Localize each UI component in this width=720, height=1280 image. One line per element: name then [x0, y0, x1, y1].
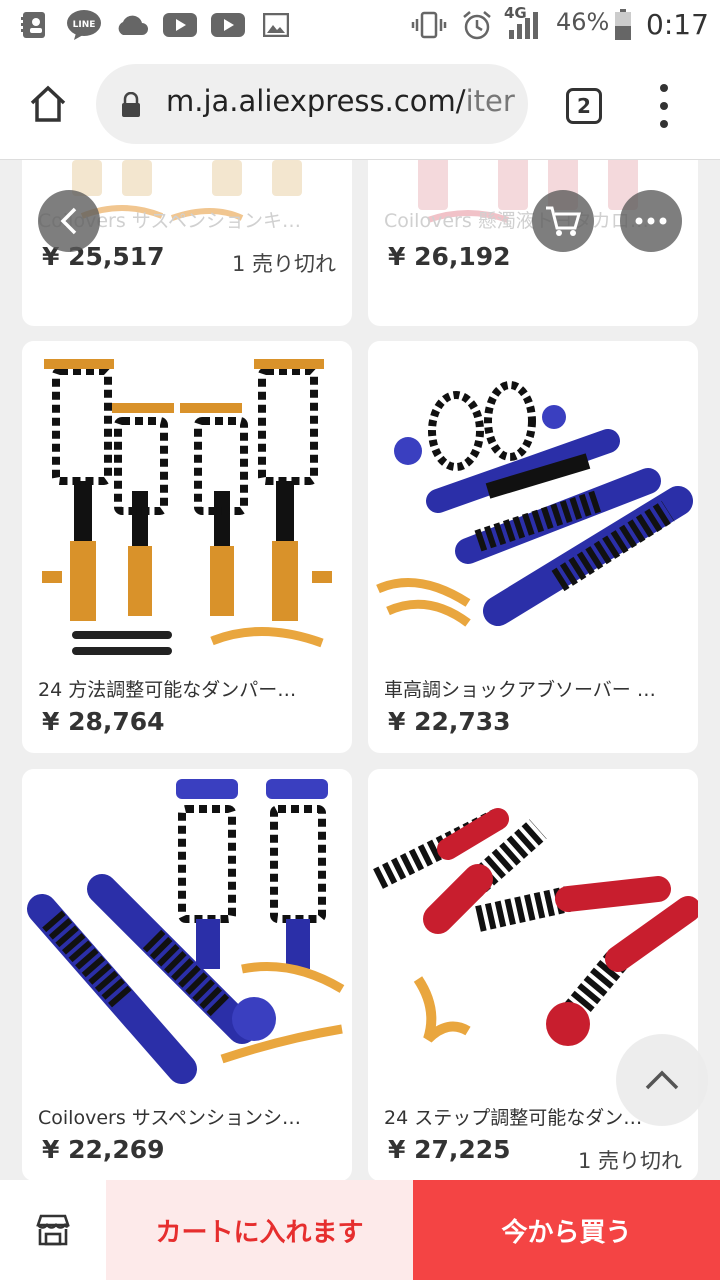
sold-count: 1 売り切れ	[577, 1149, 682, 1173]
product-image	[22, 341, 352, 671]
address-bar[interactable]: m.ja.aliexpress.com/iter	[96, 64, 528, 144]
store-button[interactable]	[0, 1180, 106, 1280]
home-button[interactable]	[24, 80, 72, 128]
signal-icon	[506, 10, 544, 40]
add-to-cart-button[interactable]: カートに入れます	[106, 1180, 413, 1280]
alarm-icon	[460, 10, 494, 40]
chevron-up-icon	[645, 1070, 679, 1090]
gallery-icon	[262, 10, 290, 40]
product-image	[22, 769, 352, 1099]
product-price: ¥ 27,225	[388, 1135, 511, 1164]
home-icon	[30, 85, 66, 122]
product-grid: Coilovers サスペンションキ… ¥ 25,517 1 売り切れ Coil…	[0, 160, 720, 1180]
bottom-action-bar: カートに入れます 今から買う	[0, 1180, 720, 1280]
cloud-icon	[114, 10, 150, 40]
back-button[interactable]	[38, 190, 100, 252]
product-price: ¥ 26,192	[388, 242, 511, 271]
product-card[interactable]: 車高調ショックアブソーバー … ¥ 22,733	[368, 341, 698, 753]
youtube-icon	[210, 10, 246, 40]
sold-count: 1 売り切れ	[231, 252, 336, 276]
url-domain: m.ja.aliexpress.com/	[166, 84, 466, 118]
contacts-icon	[20, 10, 50, 40]
product-price: ¥ 22,269	[42, 1135, 165, 1164]
more-options-button[interactable]	[620, 190, 682, 252]
product-image	[368, 341, 698, 671]
chevron-left-icon	[60, 207, 77, 235]
more-horiz-icon	[635, 217, 667, 225]
product-price: ¥ 22,733	[388, 707, 511, 736]
product-title: 車高調ショックアブソーバー …	[384, 679, 656, 701]
scroll-to-top-button[interactable]	[616, 1034, 708, 1126]
product-title: Coilovers サスペンションシ…	[38, 1107, 302, 1129]
cart-button[interactable]	[532, 190, 594, 252]
battery-percent: 46%	[556, 8, 610, 36]
line-icon: LINE	[66, 10, 102, 40]
browser-toolbar: m.ja.aliexpress.com/iter 2	[0, 50, 720, 160]
svg-text:LINE: LINE	[73, 20, 96, 30]
url-path: iter	[465, 84, 515, 118]
tab-switcher-button[interactable]: 2	[566, 88, 602, 124]
youtube-icon	[162, 10, 198, 40]
product-price: ¥ 28,764	[42, 707, 165, 736]
product-title: 24 方法調整可能なダンパー…	[38, 679, 297, 701]
store-icon	[36, 1214, 70, 1246]
product-card[interactable]: 24 方法調整可能なダンパー… ¥ 28,764	[22, 341, 352, 753]
cart-icon	[546, 206, 581, 236]
lock-icon	[120, 91, 142, 122]
product-card[interactable]: Coilovers サスペンションシ… ¥ 22,269	[22, 769, 352, 1180]
url-text: m.ja.aliexpress.com/iter	[166, 84, 515, 118]
clock: 0:17	[646, 8, 709, 41]
vibrate-icon	[410, 10, 448, 40]
buy-now-button[interactable]: 今から買う	[413, 1180, 720, 1280]
battery-icon	[612, 9, 634, 40]
status-bar: LINE 4G 46% 0:17	[0, 0, 720, 50]
more-vert-icon	[660, 84, 668, 92]
browser-menu-button[interactable]	[650, 84, 678, 128]
